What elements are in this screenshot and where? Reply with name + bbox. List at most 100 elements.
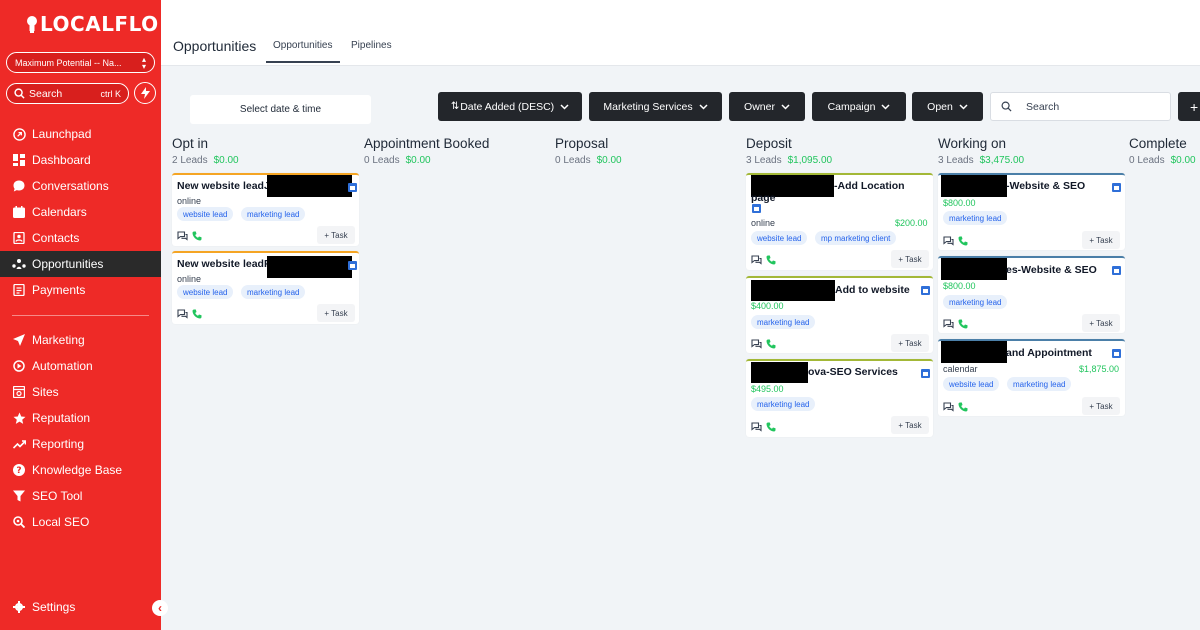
phone-icon[interactable] — [766, 255, 776, 265]
chat-icon[interactable] — [943, 236, 954, 246]
opportunity-card[interactable]: New website leadJ online website lead ma… — [172, 173, 359, 246]
lightbulb-icon — [27, 16, 37, 33]
chat-icon[interactable] — [751, 339, 762, 349]
tag[interactable]: marketing lead — [241, 285, 306, 299]
phone-icon[interactable] — [958, 319, 968, 329]
chat-icon[interactable] — [943, 402, 954, 412]
opportunity-card[interactable]: New website leadF online website lead ma… — [172, 251, 359, 324]
card-actions — [943, 402, 968, 412]
tag[interactable]: marketing lead — [751, 315, 816, 329]
sidebar-item-local-seo[interactable]: Local SEO — [0, 509, 161, 535]
tag[interactable]: website lead — [751, 231, 808, 245]
tab-pipelines[interactable]: Pipelines — [351, 40, 392, 51]
lead-count: 0 Leads — [1129, 155, 1165, 166]
sidebar-item-marketing[interactable]: Marketing — [0, 327, 161, 353]
status-label: Open — [927, 100, 953, 113]
chat-icon[interactable] — [751, 255, 762, 265]
calendar-badge-icon — [752, 204, 761, 213]
opportunity-search-input[interactable]: Search — [990, 92, 1171, 121]
add-task-button[interactable]: + Task — [891, 250, 929, 268]
redaction-box — [267, 175, 352, 197]
add-task-button[interactable]: + Task — [1082, 231, 1120, 249]
pipeline-dropdown[interactable]: Marketing Services — [589, 92, 722, 121]
phone-icon[interactable] — [766, 339, 776, 349]
card-actions — [751, 255, 776, 265]
add-task-button[interactable]: + Task — [891, 416, 929, 434]
sidebar-item-dashboard[interactable]: Dashboard — [0, 147, 161, 173]
collapse-sidebar-button[interactable]: ‹ — [152, 600, 168, 616]
quick-action-button[interactable] — [134, 82, 156, 104]
tag[interactable]: website lead — [177, 207, 234, 221]
campaign-dropdown[interactable]: Campaign — [812, 92, 906, 121]
column-meta: 3 Leads $3,475.00 — [938, 155, 1024, 166]
tag[interactable]: website lead — [177, 285, 234, 299]
tag[interactable]: marketing lead — [241, 207, 306, 221]
sidebar-item-label: Sites — [32, 385, 59, 399]
phone-icon[interactable] — [958, 402, 968, 412]
chat-icon[interactable] — [751, 422, 762, 432]
opportunity-card[interactable]: ova-SEO Services $495.00 marketing lead … — [746, 359, 933, 437]
sidebar-item-seo-tool[interactable]: SEO Tool — [0, 483, 161, 509]
sidebar-item-conversations[interactable]: Conversations — [0, 173, 161, 199]
column-meta: 0 Leads $0.00 — [364, 155, 431, 166]
sidebar-item-contacts[interactable]: Contacts — [0, 225, 161, 251]
calendar-badge-icon — [348, 261, 357, 270]
sidebar-search[interactable]: Search ctrl K — [6, 83, 129, 104]
card-title: es-Website & SEO — [1006, 264, 1097, 276]
chat-icon[interactable] — [177, 231, 188, 241]
add-task-button[interactable]: + Task — [1082, 314, 1120, 332]
tag[interactable]: marketing lead — [943, 211, 1008, 225]
calendar-icon — [12, 205, 26, 219]
owner-label: Owner — [744, 100, 775, 113]
add-opportunity-button[interactable]: + — [1178, 92, 1200, 121]
phone-icon[interactable] — [766, 422, 776, 432]
tag[interactable]: marketing lead — [751, 397, 816, 411]
sidebar-item-reporting[interactable]: Reporting — [0, 431, 161, 457]
add-task-button[interactable]: + Task — [317, 304, 355, 322]
gear-icon — [12, 600, 26, 614]
tag[interactable]: marketing lead — [943, 295, 1008, 309]
launchpad-icon — [12, 127, 26, 141]
top-bar: Opportunities Opportunities Pipelines — [161, 0, 1200, 66]
owner-dropdown[interactable]: Owner — [729, 92, 805, 121]
opportunity-card[interactable]: and Appointment calendar $1,875.00 websi… — [938, 339, 1125, 416]
card-source: calendar — [943, 364, 978, 374]
sidebar-item-settings[interactable]: Settings — [0, 594, 161, 620]
sidebar-item-label: Reputation — [32, 411, 91, 425]
sidebar-item-automation[interactable]: Automation — [0, 353, 161, 379]
sort-dropdown[interactable]: ⇅ Date Added (DESC) — [438, 92, 582, 121]
sidebar-item-payments[interactable]: Payments — [0, 277, 161, 303]
tab-opportunities[interactable]: Opportunities — [273, 40, 332, 51]
lead-count: 2 Leads — [172, 155, 208, 166]
chat-icon[interactable] — [943, 319, 954, 329]
add-task-button[interactable]: + Task — [317, 226, 355, 244]
add-task-button[interactable]: + Task — [891, 334, 929, 352]
opportunity-card[interactable]: Add to website $400.00 marketing lead + … — [746, 276, 933, 353]
add-task-button[interactable]: + Task — [1082, 397, 1120, 415]
column-amount: $3,475.00 — [979, 155, 1025, 166]
opportunity-card[interactable]: es-Website & SEO $800.00 marketing lead … — [938, 256, 1125, 333]
sidebar-item-sites[interactable]: Sites — [0, 379, 161, 405]
calendar-badge-icon — [348, 183, 357, 192]
opportunity-card[interactable]: -Add Location page online $200.00 websit… — [746, 173, 933, 270]
sidebar-item-label: Opportunities — [32, 257, 104, 271]
lead-count: 0 Leads — [364, 155, 400, 166]
sidebar-item-knowledge-base[interactable]: ? Knowledge Base — [0, 457, 161, 483]
date-range-picker[interactable]: Select date & time — [190, 95, 371, 124]
tag[interactable]: mp marketing client — [815, 231, 897, 245]
sidebar-item-opportunities[interactable]: Opportunities — [0, 251, 161, 277]
sidebar-item-reputation[interactable]: Reputation — [0, 405, 161, 431]
phone-icon[interactable] — [958, 236, 968, 246]
status-dropdown[interactable]: Open — [912, 92, 983, 121]
phone-icon[interactable] — [192, 231, 202, 241]
tag[interactable]: marketing lead — [1007, 377, 1072, 391]
calendar-badge-icon — [1112, 183, 1121, 192]
sidebar-item-calendars[interactable]: Calendars — [0, 199, 161, 225]
account-switcher[interactable]: Maximum Potential -- Na... ▴ ▾ — [6, 52, 155, 73]
phone-icon[interactable] — [192, 309, 202, 319]
opportunity-card[interactable]: -Website & SEO $800.00 marketing lead + … — [938, 173, 1125, 250]
chat-icon[interactable] — [177, 309, 188, 319]
sidebar-item-launchpad[interactable]: Launchpad — [0, 121, 161, 147]
tag[interactable]: website lead — [943, 377, 1000, 391]
logo[interactable]: LOCALFLO — [26, 12, 159, 36]
